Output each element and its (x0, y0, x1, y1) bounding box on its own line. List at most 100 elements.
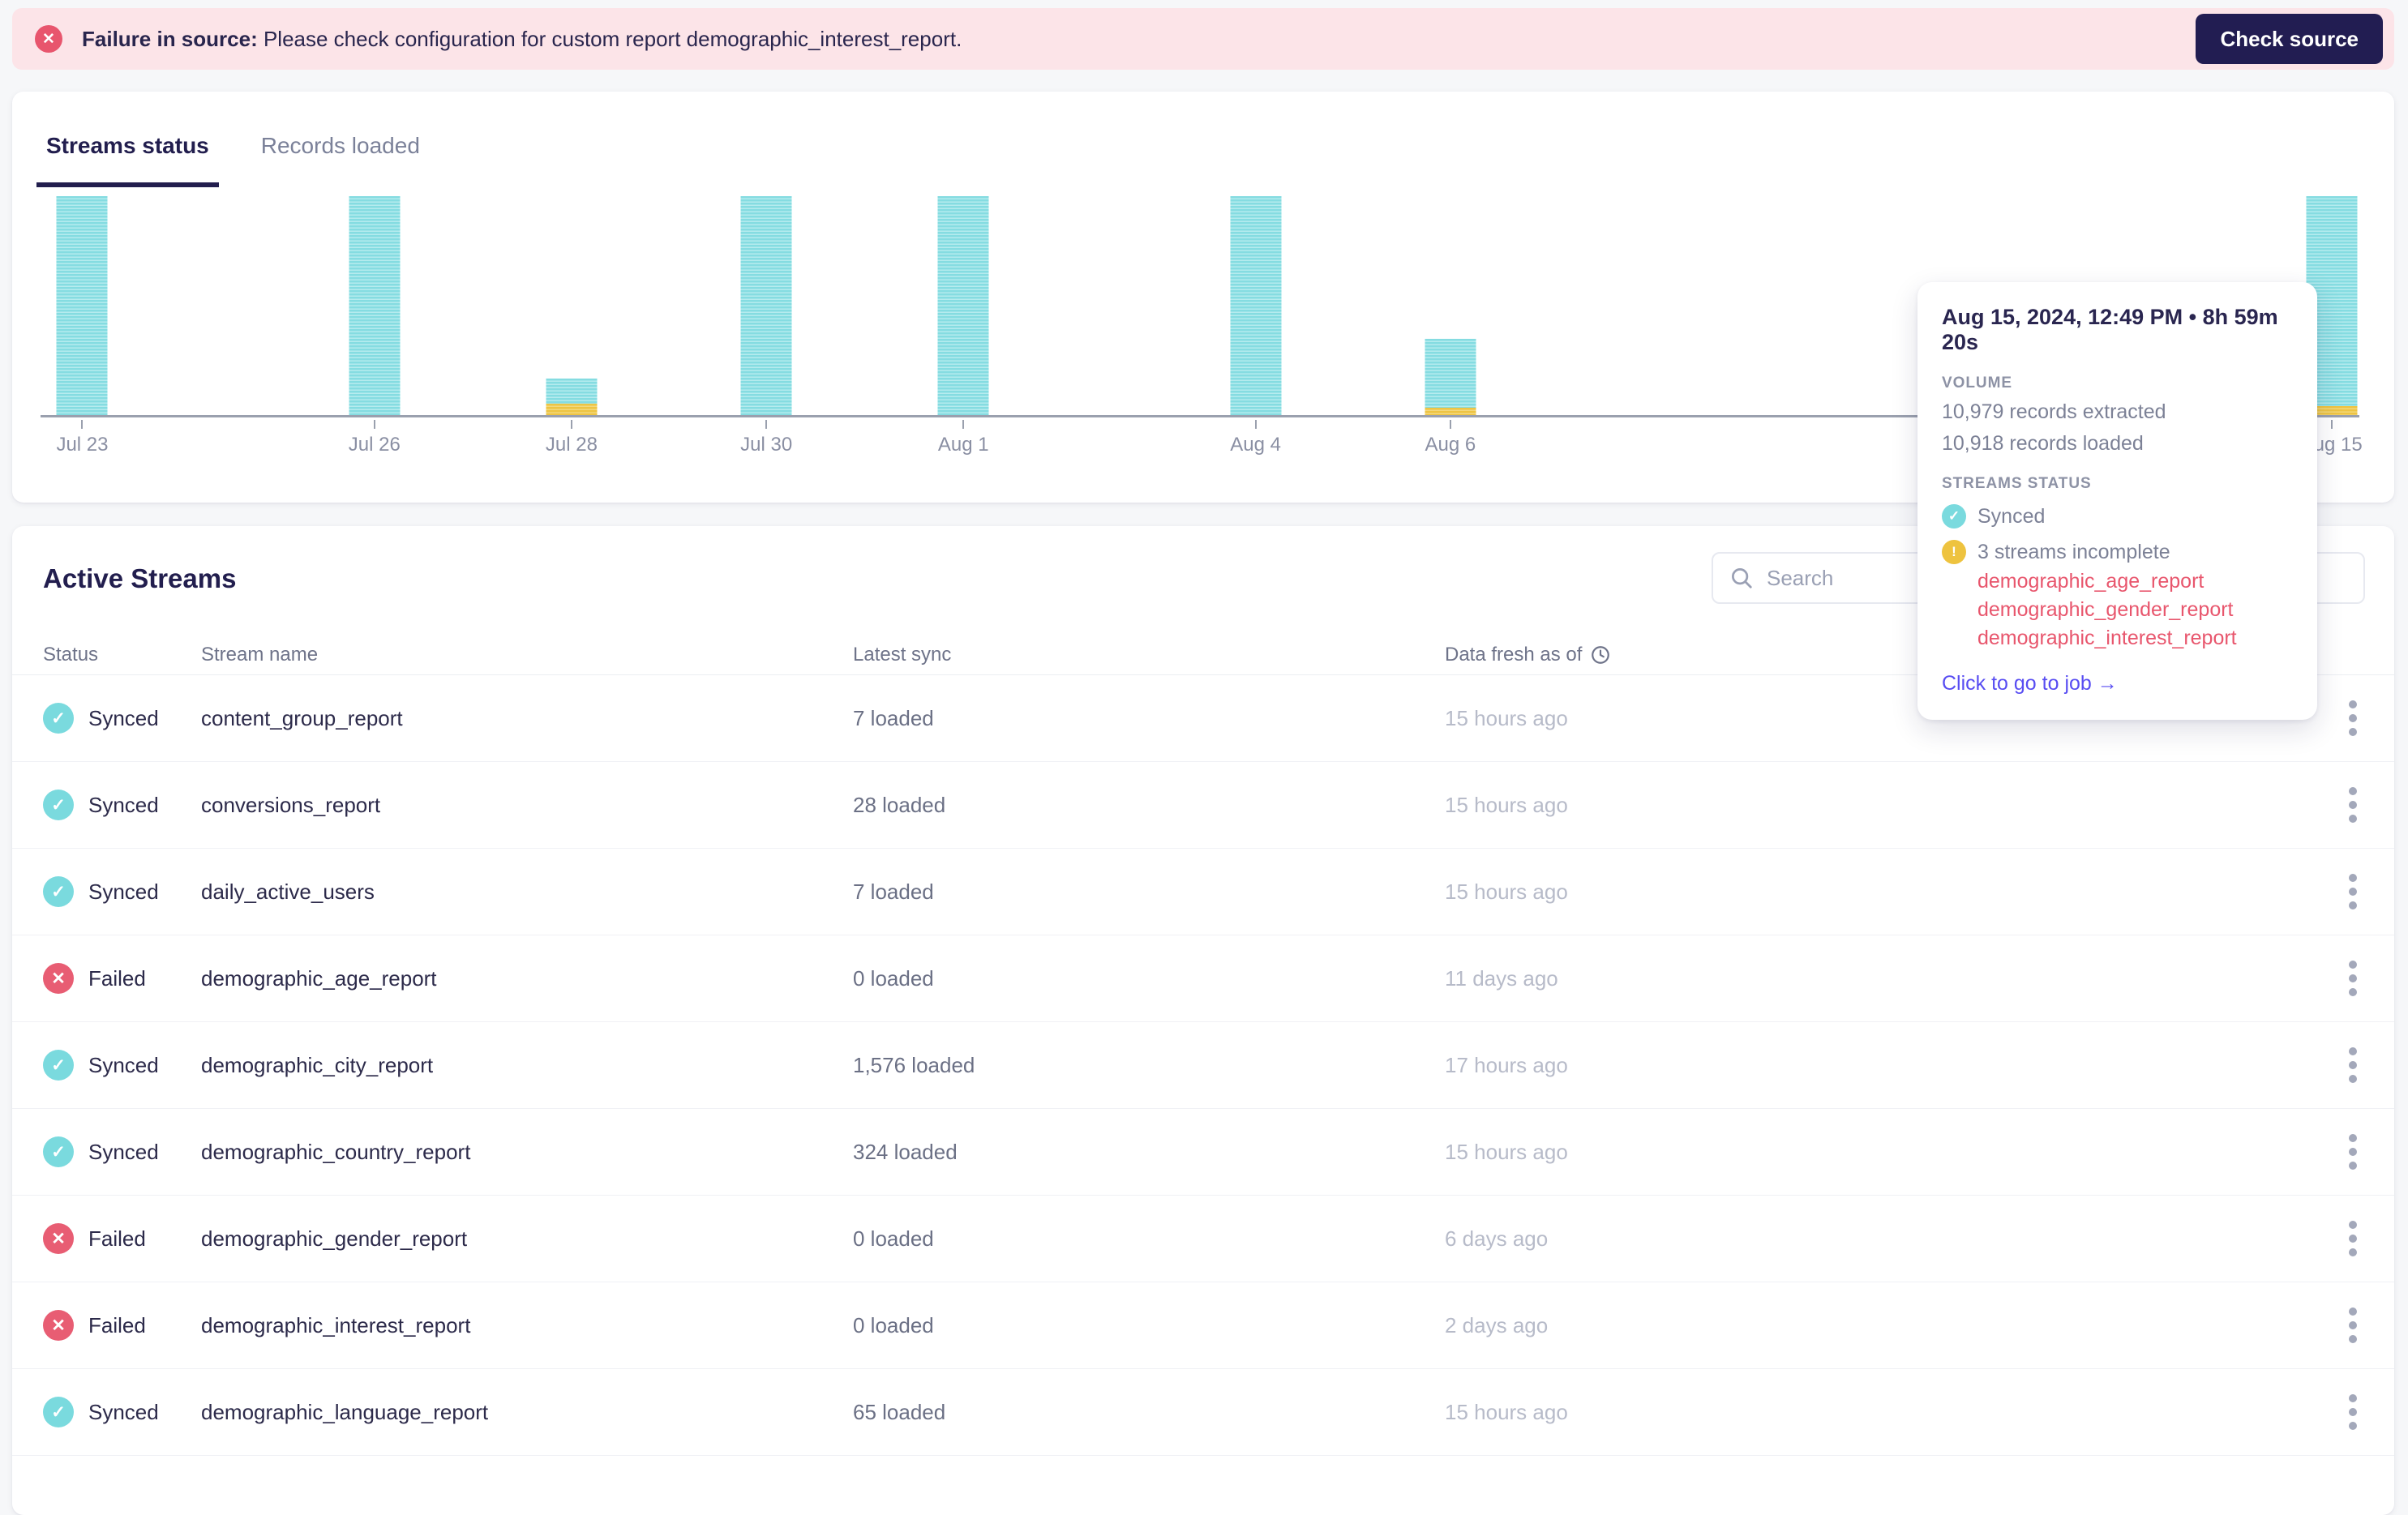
status-badge: Synced (88, 1139, 159, 1164)
stream-name: demographic_age_report (201, 965, 437, 991)
latest-sync-value: 0 loaded (853, 1312, 934, 1337)
check-circle-icon: ✓ (43, 876, 74, 907)
table-row-demographic_interest_report[interactable]: ✕ Failed demographic_interest_report 0 load… (12, 1282, 2394, 1369)
status-badge: Synced (88, 1399, 159, 1424)
axis-label-aug-4: Aug 4 (1230, 434, 1281, 456)
latest-sync-value: 7 loaded (853, 879, 934, 904)
chart-bar-jul-28[interactable] (546, 379, 598, 415)
go-to-job-link[interactable]: Click to go to job → (1942, 672, 2118, 695)
stream-name: demographic_country_report (201, 1139, 471, 1164)
status-cell: ✓ Synced (43, 790, 201, 820)
check-source-button[interactable]: Check source (2196, 14, 2383, 64)
axis-tick (1254, 420, 1257, 429)
table-row-demographic_country_report[interactable]: ✓ Synced demographic_country_report 324 loa… (12, 1109, 2394, 1196)
latest-sync-value: 324 loaded (853, 1139, 958, 1164)
chart-bar-jul-30[interactable] (740, 196, 792, 415)
tab-streams-status[interactable]: Streams status (36, 132, 219, 187)
chart-bar-jul-23[interactable] (56, 196, 108, 415)
axis-tick (570, 420, 572, 429)
stream-name: daily_active_users (201, 879, 375, 904)
stream-name: demographic_gender_report (201, 1226, 468, 1251)
axis-tick (373, 420, 375, 429)
latest-sync-value: 1,576 loaded (853, 1052, 975, 1077)
data-fresh-value: 15 hours ago (1445, 879, 1568, 904)
data-fresh-value: 11 days ago (1445, 965, 1558, 991)
row-kebab-menu-icon[interactable] (2341, 1213, 2365, 1265)
axis-label-aug-6: Aug 6 (1425, 434, 1476, 456)
banner-message-rest: Please check configuration for custom re… (257, 26, 962, 51)
column-header-data-fresh-label: Data fresh as of (1445, 643, 1583, 665)
tooltip-title: Aug 15, 2024, 12:49 PM • 8h 59m 20s (1942, 305, 2278, 354)
row-kebab-menu-icon[interactable] (2341, 1386, 2365, 1438)
status-badge: Failed (88, 1226, 146, 1251)
check-circle-icon: ✓ (43, 790, 74, 820)
sync-tooltip: Aug 15, 2024, 12:49 PM • 8h 59m 20s VOLU… (1917, 282, 2317, 720)
incomplete-stream-link-demographic_gender_report[interactable]: demographic_gender_report (1977, 596, 2293, 624)
x-circle-icon: ✕ (43, 963, 74, 994)
data-fresh-value: 17 hours ago (1445, 1052, 1568, 1077)
axis-label-jul-26: Jul 26 (348, 434, 401, 456)
table-row-demographic_language_report[interactable]: ✓ Synced demographic_language_report 65 loa… (12, 1369, 2394, 1456)
stream-name: demographic_language_report (201, 1399, 489, 1424)
tooltip-incomplete-row: ! 3 streams incomplete (1942, 540, 2293, 564)
error-x-circle-icon: ✕ (35, 25, 62, 53)
row-kebab-menu-icon[interactable] (2341, 866, 2365, 918)
axis-tick (2330, 420, 2333, 429)
data-fresh-value: 15 hours ago (1445, 1399, 1568, 1424)
chart-bar-jul-26[interactable] (349, 196, 401, 415)
data-fresh-value: 15 hours ago (1445, 1139, 1568, 1164)
banner-message-bold: Failure in source: (82, 26, 258, 51)
axis-tick (81, 420, 84, 429)
tooltip-streams-status-label: STREAMS STATUS (1942, 475, 2092, 492)
table-row-demographic_city_report[interactable]: ✓ Synced demographic_city_report 1,576 load… (12, 1022, 2394, 1109)
data-fresh-value: 15 hours ago (1445, 792, 1568, 817)
status-cell: ✓ Synced (43, 876, 201, 907)
chart-bar-warning-segment (1425, 408, 1476, 415)
status-cell: ✕ Failed (43, 1223, 201, 1254)
table-row-conversions_report[interactable]: ✓ Synced conversions_report 28 loaded 15 hou… (12, 762, 2394, 849)
stream-name: demographic_city_report (201, 1052, 434, 1077)
status-cell: ✕ Failed (43, 963, 201, 994)
clock-icon (1592, 645, 1610, 664)
chart-bar-aug-4[interactable] (1230, 196, 1282, 415)
status-badge: Failed (88, 965, 146, 991)
column-header-stream-name: Stream name (201, 643, 319, 665)
axis-tick (962, 420, 965, 429)
status-badge: Synced (88, 1052, 159, 1077)
tooltip-volume-label: VOLUME (1942, 374, 2012, 392)
chart-bar-warning-segment (546, 403, 598, 415)
search-icon (1732, 568, 1752, 588)
latest-sync-value: 7 loaded (853, 705, 934, 730)
table-row-demographic_gender_report[interactable]: ✕ Failed demographic_gender_report 0 loaded… (12, 1196, 2394, 1282)
page-title: Active Streams (43, 563, 237, 593)
tooltip-records-loaded: 10,918 records loaded (1942, 432, 2144, 455)
table-row-daily_active_users[interactable]: ✓ Synced daily_active_users 7 loaded 15 hour… (12, 849, 2394, 935)
chart-bar-aug-6[interactable] (1425, 338, 1476, 415)
status-cell: ✕ Failed (43, 1310, 201, 1341)
row-kebab-menu-icon[interactable] (2341, 692, 2365, 744)
tab-records-loaded[interactable]: Records loaded (251, 132, 430, 187)
status-badge: Failed (88, 1312, 146, 1337)
row-kebab-menu-icon[interactable] (2341, 1126, 2365, 1178)
check-circle-icon: ✓ (43, 1397, 74, 1427)
x-circle-icon: ✕ (43, 1223, 74, 1254)
row-kebab-menu-icon[interactable] (2341, 779, 2365, 831)
stream-name: demographic_interest_report (201, 1312, 471, 1337)
status-cell: ✓ Synced (43, 703, 201, 734)
status-cell: ✓ Synced (43, 1136, 201, 1167)
status-badge: Synced (88, 879, 159, 904)
check-circle-icon: ✓ (43, 1050, 74, 1081)
row-kebab-menu-icon[interactable] (2341, 1039, 2365, 1091)
latest-sync-value: 0 loaded (853, 1226, 934, 1251)
check-circle-icon: ✓ (43, 1136, 74, 1167)
warning-circle-icon: ! (1942, 540, 1966, 564)
row-kebab-menu-icon[interactable] (2341, 952, 2365, 1004)
status-badge: Synced (88, 792, 159, 817)
incomplete-stream-link-demographic_interest_report[interactable]: demographic_interest_report (1977, 624, 2293, 653)
incomplete-stream-link-demographic_age_report[interactable]: demographic_age_report (1977, 567, 2293, 596)
latest-sync-value: 65 loaded (853, 1399, 946, 1424)
row-kebab-menu-icon[interactable] (2341, 1299, 2365, 1351)
chart-bar-aug-1[interactable] (937, 196, 989, 415)
table-row-demographic_age_report[interactable]: ✕ Failed demographic_age_report 0 loaded 11 … (12, 935, 2394, 1022)
banner-message: Failure in source: Please check configur… (82, 27, 962, 52)
